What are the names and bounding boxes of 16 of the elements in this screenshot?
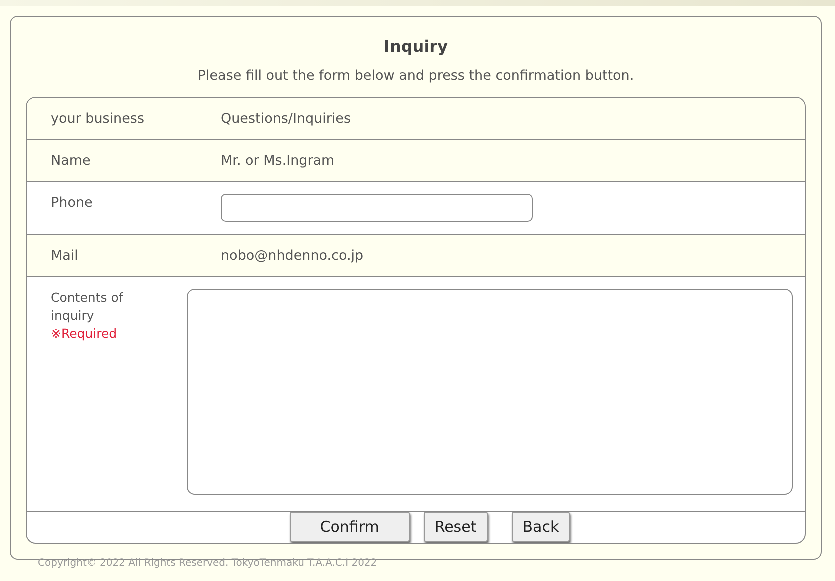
required-note: ※Required: [51, 325, 118, 343]
field-value: nobo@nhdenno.co.jp: [221, 248, 364, 264]
field-value: Mr. or Ms.Ingram: [221, 152, 335, 168]
field-label: Mail: [51, 248, 80, 264]
field-label: Name: [51, 152, 92, 168]
instructions-text: Please fill out the form below and press the confirmation button.: [196, 68, 636, 86]
form-button[interactable]: Reset: [424, 512, 488, 542]
field-label: Phone: [51, 195, 94, 211]
field-label: Contents of inquiry: [51, 289, 124, 325]
phone-input[interactable]: [221, 194, 533, 222]
page-title: Inquiry: [383, 37, 449, 58]
field-value: Questions/Inquiries: [221, 110, 352, 126]
field-label: your business: [51, 110, 146, 126]
form-button[interactable]: Back: [512, 512, 570, 542]
form-button[interactable]: Confirm: [290, 512, 410, 542]
copyright-text: Copyright© 2022 All Rights Reserved. TokyoTenmaku T.A.A.C.I 2022: [37, 558, 378, 569]
